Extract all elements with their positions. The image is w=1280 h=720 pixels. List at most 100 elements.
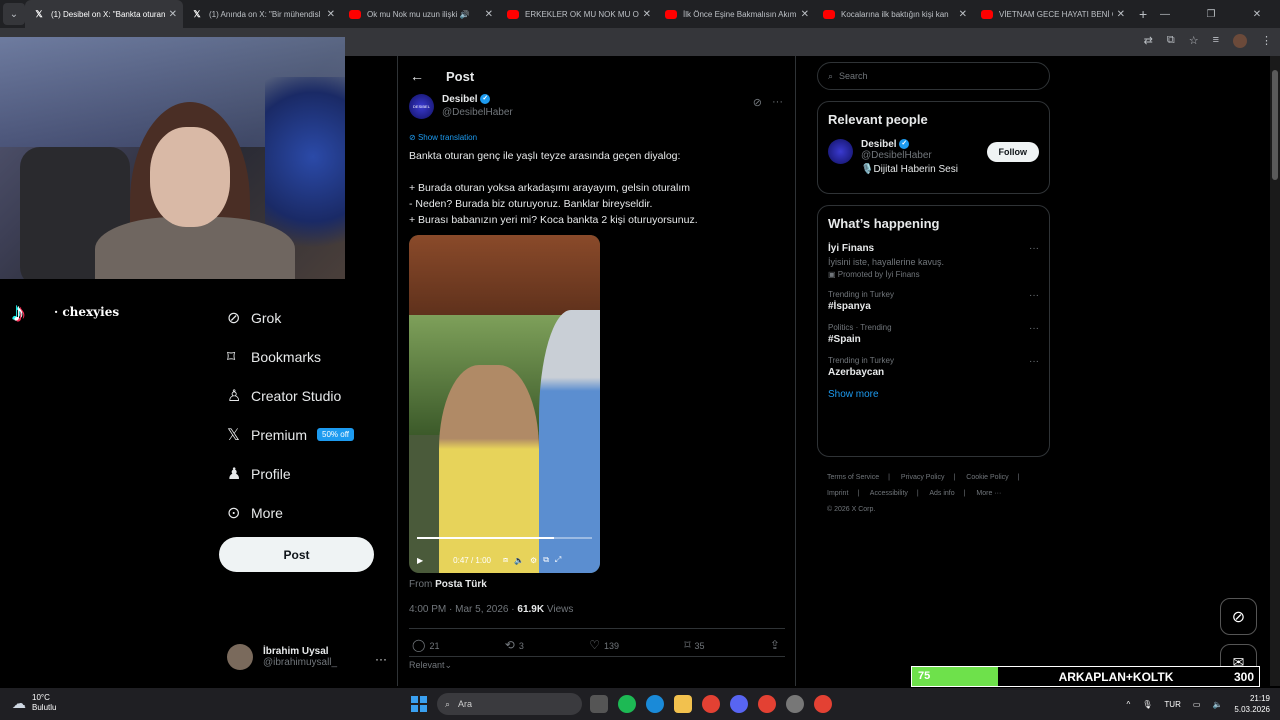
account-switcher[interactable]: İbrahim Uysal @ibrahimuysall_ ··· (227, 644, 387, 670)
browser-tab[interactable]: ERKEKLER OK MU NOK MU OY ✕ (499, 0, 657, 28)
trend-item[interactable]: Politics · Trending #Spain ··· (828, 323, 1039, 345)
reply-sort-dropdown[interactable]: Relevant⌄ (409, 660, 452, 671)
footer-link[interactable]: Imprint (827, 490, 848, 497)
sidebar-item-more[interactable]: ⊙ More (219, 493, 354, 532)
close-tab-icon[interactable]: ✕ (959, 9, 967, 20)
footer-link[interactable]: Privacy Policy (901, 474, 945, 481)
more-icon[interactable]: ··· (1029, 290, 1039, 301)
show-more-link[interactable]: Show more (828, 389, 1039, 400)
grok-icon[interactable]: ⊘ (753, 96, 762, 109)
grok-fab-button[interactable]: ⊘ (1220, 598, 1257, 635)
discord-icon[interactable] (730, 695, 748, 713)
profile-avatar[interactable] (1233, 34, 1247, 48)
sidebar-item-creator-studio[interactable]: ♙ Creator Studio (219, 376, 354, 415)
browser-tab[interactable]: İlk Önce Eşine Bakmalısın Akım ✕ (657, 0, 815, 28)
person-name[interactable]: Desibel (861, 139, 897, 150)
task-view-icon[interactable] (590, 695, 608, 713)
author-handle[interactable]: @DesibelHaber (442, 107, 513, 118)
show-translation-link[interactable]: ⊘ Show translation (409, 133, 477, 142)
browser-menu-icon[interactable]: ⋮ (1261, 34, 1272, 48)
browser-tab[interactable]: 𝕏 (1) Desibel on X: "Bankta oturan ✕ (25, 0, 183, 28)
close-tab-icon[interactable]: ✕ (485, 9, 493, 20)
close-tab-icon[interactable]: ✕ (327, 9, 335, 20)
obs-icon[interactable] (786, 695, 804, 713)
play-icon[interactable]: ▶ (417, 556, 423, 565)
x-icon: 𝕏 (35, 8, 43, 19)
fullscreen-icon[interactable]: ⤢ (555, 555, 561, 565)
source-link[interactable]: Posta Türk (435, 579, 487, 590)
video-player[interactable]: ▶ 0:47 / 1:00 ⧈ 🔈 ⚙ ⧉ ⤢ (409, 235, 600, 573)
page-scrollbar[interactable] (1270, 56, 1280, 686)
avatar[interactable] (828, 139, 853, 164)
reply-button[interactable]: ◯ 21 (412, 638, 439, 652)
chrome-icon[interactable] (758, 695, 776, 713)
footer-separator: | (1017, 474, 1020, 481)
edge-icon[interactable] (646, 695, 664, 713)
avatar[interactable]: DESIBEL (409, 94, 434, 119)
more-icon[interactable]: ··· (1029, 356, 1039, 367)
more-icon[interactable]: ··· (772, 96, 783, 109)
compose-post-button[interactable]: Post (219, 537, 374, 572)
spotify-icon[interactable] (618, 695, 636, 713)
like-button[interactable]: ♡ 139 (589, 638, 619, 652)
share-button[interactable]: ⇪ (770, 638, 784, 652)
sidebar-item-bookmarks[interactable]: ⌑ Bookmarks (219, 337, 354, 376)
microphone-icon[interactable]: 🎙 (1142, 700, 1152, 709)
windows-start-button[interactable] (411, 696, 427, 712)
author-name[interactable]: Desibel (442, 94, 478, 105)
settings-icon[interactable]: ⚙ (530, 556, 537, 565)
clock[interactable]: 21:19 5.03.2026 (1234, 693, 1270, 715)
weather-widget[interactable]: ☁ 10°C Bulutlu (12, 693, 56, 713)
back-arrow-icon[interactable]: ← (410, 68, 424, 84)
sidebar-item-grok[interactable]: ⊘ Grok (219, 298, 354, 337)
follow-button[interactable]: Follow (986, 142, 1039, 162)
trend-item[interactable]: Trending in Turkey Azerbaycan ··· (828, 356, 1039, 378)
more-icon[interactable]: ··· (1029, 323, 1039, 334)
minimize-button[interactable]: — (1142, 9, 1188, 20)
sidebar-item-profile[interactable]: ♟ Profile (219, 454, 354, 493)
post-timestamp[interactable]: 4:00 PM · Mar 5, 2026 · (409, 604, 515, 615)
repost-button[interactable]: ⟲ 3 (505, 638, 524, 652)
close-tab-icon[interactable]: ✕ (169, 9, 177, 20)
close-tab-icon[interactable]: ✕ (801, 9, 809, 20)
volume-icon[interactable]: 🔈 (514, 556, 524, 565)
browser-tab[interactable]: 𝕏 (1) Anında on X: "Bir mühendisl ✕ (183, 0, 341, 28)
pip-icon[interactable]: ⧉ (543, 555, 549, 565)
bookmark-button[interactable]: ⌑ 35 (684, 638, 704, 652)
video-progress-bar[interactable] (417, 537, 592, 539)
relevant-person[interactable]: Desibel ✓ @DesibelHaber 🎙️Dijital Haberi… (828, 139, 1039, 175)
install-app-icon[interactable]: ⧉ (1167, 34, 1175, 48)
footer-link[interactable]: Terms of Service (827, 474, 879, 481)
close-tab-icon[interactable]: ✕ (643, 9, 651, 20)
taskbar-search[interactable]: ⌕ Ara (437, 693, 582, 715)
captions-icon[interactable]: ⧈ (503, 555, 508, 565)
maximize-button[interactable]: ❐ (1188, 9, 1234, 20)
close-window-button[interactable]: ✕ (1234, 9, 1280, 20)
network-icon[interactable]: ▭ (1193, 700, 1201, 709)
footer-link[interactable]: Cookie Policy (966, 474, 1008, 481)
translate-icon[interactable]: ⇄ (1144, 34, 1153, 48)
sidebar-item-premium[interactable]: 𝕏 Premium 50% off (219, 415, 354, 454)
chevron-up-icon[interactable]: ^ (1127, 700, 1131, 709)
trend-item[interactable]: Trending in Turkey #İspanya ··· (828, 290, 1039, 312)
more-icon[interactable]: ··· (375, 652, 387, 666)
footer-link[interactable]: More ··· (976, 490, 1001, 497)
search-input[interactable]: ⌕ Search (817, 62, 1050, 90)
volume-icon[interactable]: 🔈 (1212, 700, 1222, 709)
footer-link[interactable]: Ads info (929, 490, 954, 497)
language-indicator[interactable]: TUR (1164, 700, 1180, 709)
bookmark-star-icon[interactable]: ☆ (1189, 34, 1199, 48)
reading-list-icon[interactable]: ≡ (1213, 34, 1219, 48)
close-tab-icon[interactable]: ✕ (1117, 9, 1125, 20)
more-icon[interactable]: ··· (1029, 243, 1039, 254)
file-explorer-icon[interactable] (674, 695, 692, 713)
browser-tab[interactable]: Kocalarına ilk baktığın kişi kan ✕ (815, 0, 973, 28)
chrome-icon[interactable] (814, 695, 832, 713)
browser-tab[interactable]: Ok mu Nok mu uzun ilişki 🔊 ✕ (341, 0, 499, 28)
chrome-icon[interactable] (702, 695, 720, 713)
footer-link[interactable]: Accessibility (870, 490, 908, 497)
promoted-trend[interactable]: İyi Finans İyisini iste, hayallerine kav… (828, 243, 1039, 279)
post-author[interactable]: DESIBEL Desibel ✓ @DesibelHaber (409, 94, 513, 119)
tab-search-button[interactable]: ⌄ (3, 3, 25, 25)
browser-tab[interactable]: VİETNAM GECE HAYATI BENİ Ç ✕ (973, 0, 1131, 28)
